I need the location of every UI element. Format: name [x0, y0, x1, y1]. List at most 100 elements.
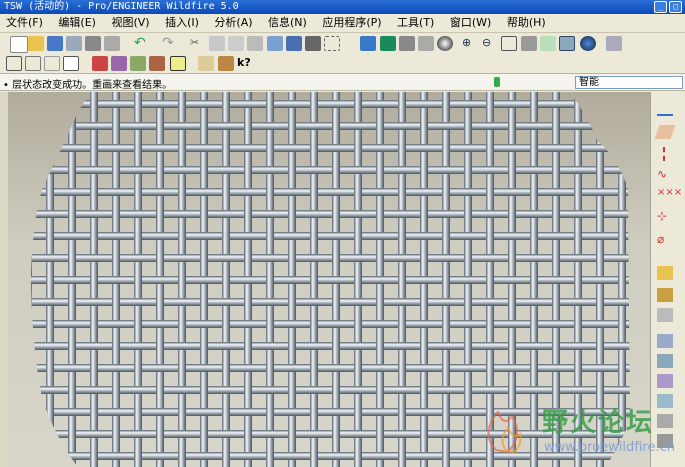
menu-edit[interactable]: 编辑(E) [52, 14, 102, 31]
hole-icon[interactable] [657, 334, 673, 348]
vertical-wire [134, 92, 142, 467]
menu-window[interactable]: 窗口(W) [444, 14, 497, 31]
datum-axes-icon[interactable] [111, 56, 127, 71]
wire-crossing [265, 210, 275, 218]
wire-crossing [177, 166, 187, 174]
coordinate-system-icon[interactable]: ⊹ [657, 209, 673, 223]
datum-curve-icon[interactable]: ∿ [657, 167, 673, 181]
model-display-icon[interactable] [418, 36, 434, 51]
select-box-icon[interactable] [324, 36, 340, 51]
extrude-icon[interactable] [657, 266, 673, 280]
wire-crossing [89, 342, 99, 350]
zoom-in-icon[interactable]: ⊕ [462, 36, 478, 51]
shading-icon[interactable] [437, 36, 453, 51]
hidden-line-icon[interactable] [25, 56, 41, 71]
sketcher-icon[interactable] [198, 56, 214, 71]
repaint-icon[interactable] [360, 36, 376, 51]
sweep-icon[interactable] [657, 308, 673, 322]
datum-planes-icon[interactable] [92, 56, 108, 71]
wire-crossing [133, 342, 143, 350]
menu-analysis[interactable]: 分析(A) [208, 14, 258, 31]
wire-crossing [551, 100, 561, 108]
layers-icon[interactable] [559, 36, 575, 51]
send-mail-icon[interactable] [85, 36, 101, 51]
no-hidden-icon[interactable] [44, 56, 60, 71]
wire-crossing [177, 122, 187, 130]
open-folder-icon[interactable] [28, 36, 44, 51]
analysis-feature-icon[interactable]: ⌀ [657, 232, 673, 246]
zoom-out-icon[interactable]: ⊖ [482, 36, 498, 51]
datum-points-icon[interactable] [130, 56, 146, 71]
wire-crossing [507, 232, 517, 240]
minimize-button[interactable]: _ [654, 1, 667, 13]
menu-insert[interactable]: 插入(I) [159, 14, 205, 31]
refit-icon[interactable] [501, 36, 517, 51]
wire-crossing [45, 430, 55, 438]
wire-crossing [199, 320, 209, 328]
cut-icon[interactable]: ✂ [190, 36, 206, 51]
wire-crossing [67, 100, 77, 108]
wire-crossing [287, 232, 297, 240]
annotation-display-icon[interactable] [170, 56, 186, 71]
wire-crossing [507, 320, 517, 328]
watermark-url: www.proewildfire.cn [544, 440, 675, 455]
context-help-icon[interactable]: k? [237, 56, 253, 71]
view-manager-icon[interactable] [606, 36, 622, 51]
wireframe-icon[interactable] [6, 56, 22, 71]
selection-filter-select[interactable]: 智能 [575, 76, 683, 89]
paste-special-icon[interactable] [247, 36, 263, 51]
wire-crossing [199, 364, 209, 372]
copy-icon[interactable] [209, 36, 225, 51]
maximize-button[interactable]: □ [669, 1, 682, 13]
appearance-icon[interactable] [580, 36, 596, 51]
wire-crossing [353, 298, 363, 306]
wire-crossing [397, 430, 407, 438]
wire-crossing [419, 144, 429, 152]
coordinate-systems-icon[interactable] [149, 56, 165, 71]
menu-tools[interactable]: 工具(T) [391, 14, 440, 31]
save-icon[interactable] [47, 36, 63, 51]
wire-crossing [639, 144, 649, 152]
wire-crossing [199, 232, 209, 240]
saved-views-icon[interactable] [540, 36, 556, 51]
undo-icon[interactable]: ↶ [134, 36, 150, 51]
wire-crossing [89, 386, 99, 394]
sketch-tool-icon[interactable] [657, 100, 673, 116]
orient-mode-icon[interactable] [399, 36, 415, 51]
wire-crossing [89, 254, 99, 262]
menu-help[interactable]: 帮助(H) [501, 14, 552, 31]
menu-file[interactable]: 文件(F) [0, 14, 49, 31]
menu-view[interactable]: 视图(V) [105, 14, 155, 31]
regen-manager-icon[interactable] [286, 36, 302, 51]
wire-crossing [155, 408, 165, 416]
wire-crossing [573, 122, 583, 130]
find-icon[interactable] [305, 36, 321, 51]
datum-plane-icon[interactable] [654, 125, 676, 139]
shading-mode-icon[interactable] [63, 56, 79, 71]
reorient-icon[interactable] [521, 36, 537, 51]
vertical-wire [266, 92, 274, 467]
wire-crossing [551, 232, 561, 240]
datum-point-icon[interactable]: ××× [657, 187, 682, 201]
spin-center-icon[interactable] [380, 36, 396, 51]
edit-icon[interactable] [218, 56, 234, 71]
rib-icon[interactable] [657, 374, 673, 388]
redo-icon[interactable]: ↷ [162, 36, 178, 51]
wire-crossing [67, 364, 77, 372]
menu-applications[interactable]: 应用程序(P) [316, 14, 387, 31]
paste-icon[interactable] [228, 36, 244, 51]
menu-info[interactable]: 信息(N) [262, 14, 313, 31]
print-icon[interactable] [66, 36, 82, 51]
shell-icon[interactable] [657, 354, 673, 368]
datum-axis-icon[interactable] [663, 147, 667, 161]
wire-crossing [397, 298, 407, 306]
wire-crossing [111, 408, 121, 416]
wire-crossing [287, 144, 297, 152]
new-file-icon[interactable] [10, 36, 28, 53]
wire-crossing [89, 298, 99, 306]
regenerate-icon[interactable] [267, 36, 283, 51]
revolve-icon[interactable] [657, 288, 673, 302]
email-link-icon[interactable] [104, 36, 120, 51]
wire-crossing [265, 430, 275, 438]
wire-crossing [463, 276, 473, 284]
